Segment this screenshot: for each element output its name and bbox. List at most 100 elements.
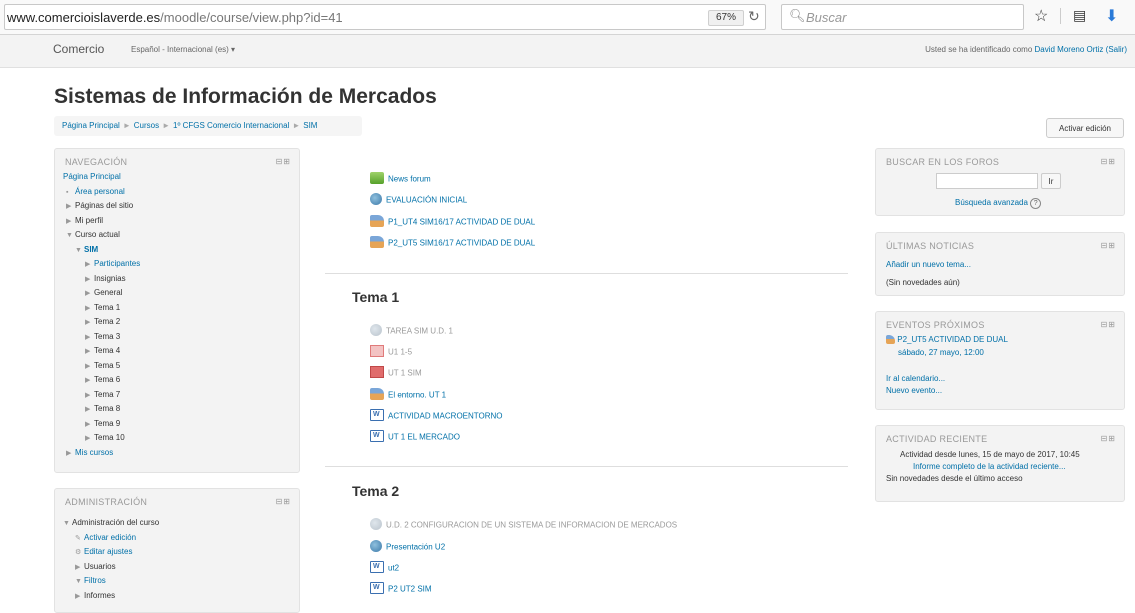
nav-item-pagina-principal[interactable]: Página Principal bbox=[63, 172, 121, 182]
block-dock-icon[interactable]: ⊟⊞ bbox=[1101, 434, 1116, 443]
activity-link[interactable]: P2 UT2 SIM bbox=[388, 585, 432, 594]
forum-search-input[interactable] bbox=[936, 173, 1038, 189]
block-dock-icon[interactable]: ⊟⊞ bbox=[276, 157, 291, 166]
block-dock-icon[interactable]: ⊟⊞ bbox=[276, 497, 291, 506]
activity-link[interactable]: P1_UT4 SIM16/17 ACTIVIDAD DE DUAL bbox=[388, 218, 535, 227]
activity-link[interactable]: UT 1 EL MERCADO bbox=[388, 433, 460, 442]
bookmark-star-icon[interactable]: ☆ bbox=[1034, 6, 1048, 26]
go-to-calendar-link[interactable]: Ir al calendario... bbox=[886, 374, 945, 383]
nav-item-tema-8[interactable]: ▶ Tema 8 bbox=[85, 404, 120, 415]
nav-item-tema-3[interactable]: ▶ Tema 3 bbox=[85, 332, 120, 343]
activity-u-d-2-configuracion-de-un-sistema-de-informacion-de-mercados[interactable]: U.D. 2 CONFIGURACION DE UN SISTEMA DE IN… bbox=[370, 518, 677, 531]
nav-item-editar-ajustes[interactable]: ⚙ Editar ajustes bbox=[75, 547, 132, 558]
nav-item-label[interactable]: Filtros bbox=[84, 576, 106, 585]
nav-item-label[interactable]: Activar edición bbox=[84, 533, 136, 542]
nav-item-sim[interactable]: ▼ SIM bbox=[75, 245, 98, 256]
nav-item-label[interactable]: Página Principal bbox=[63, 172, 121, 181]
breadcrumb-cursos[interactable]: Cursos bbox=[134, 121, 159, 130]
activity-p1-ut4-sim16-17-actividad-de-dual[interactable]: P1_UT4 SIM16/17 ACTIVIDAD DE DUAL bbox=[370, 215, 535, 228]
block-dock-icon[interactable]: ⊟⊞ bbox=[1101, 320, 1116, 329]
reload-icon[interactable]: ↻ bbox=[748, 8, 760, 25]
nav-item-tema-6[interactable]: ▶ Tema 6 bbox=[85, 375, 120, 386]
activity-p2-ut5-sim16-17-actividad-de-dual[interactable]: P2_UT5 SIM16/17 ACTIVIDAD DE DUAL bbox=[370, 236, 535, 249]
activity-u1-1-5[interactable]: U1 1-5 bbox=[370, 345, 412, 358]
nav-item-label[interactable]: Mis cursos bbox=[75, 448, 113, 457]
nav-item-tema-7[interactable]: ▶ Tema 7 bbox=[85, 390, 120, 401]
nav-item-label[interactable]: Editar ajustes bbox=[84, 547, 132, 556]
activity-link[interactable]: ACTIVIDAD MACROENTORNO bbox=[388, 412, 503, 421]
nav-item-usuarios[interactable]: ▶ Usuarios bbox=[75, 562, 116, 573]
activity-presentacion-u2[interactable]: Presentación U2 bbox=[370, 540, 445, 553]
activity-link[interactable]: U1 1-5 bbox=[388, 348, 412, 357]
nav-item-label[interactable]: Área personal bbox=[75, 187, 125, 196]
activity-link[interactable]: News forum bbox=[388, 175, 431, 184]
download-arrow-icon[interactable]: ⬇ bbox=[1105, 6, 1118, 26]
advanced-search-link[interactable]: Búsqueda avanzada bbox=[955, 198, 1028, 207]
activity-ut2[interactable]: ut2 bbox=[370, 561, 399, 574]
nav-item-informes[interactable]: ▶ Informes bbox=[75, 591, 115, 602]
nav-item-tema-5[interactable]: ▶ Tema 5 bbox=[85, 361, 120, 372]
logout-link[interactable]: (Salir) bbox=[1106, 45, 1127, 54]
activity-link[interactable]: EVALUACIÓN INICIAL bbox=[386, 196, 467, 205]
nav-item-tema-10[interactable]: ▶ Tema 10 bbox=[85, 433, 125, 444]
activity-evaluacion-inicial[interactable]: EVALUACIÓN INICIAL bbox=[370, 193, 467, 206]
url-text[interactable]: www.comercioislaverde.es/moodle/course/v… bbox=[7, 10, 343, 25]
activity-link[interactable]: UT 1 SIM bbox=[388, 369, 422, 378]
full-report-link[interactable]: Informe completo de la actividad recient… bbox=[913, 462, 1066, 471]
nav-item-activar-edicion[interactable]: ✎ Activar edición bbox=[75, 533, 136, 544]
upcoming-event-link[interactable]: P2_UT5 ACTIVIDAD DE DUAL bbox=[897, 335, 1008, 344]
activity-el-entorno-ut-1[interactable]: El entorno. UT 1 bbox=[370, 388, 446, 401]
nav-item-tema-4[interactable]: ▶ Tema 4 bbox=[85, 346, 120, 357]
activity-ut-1-sim[interactable]: UT 1 SIM bbox=[370, 366, 422, 379]
activity-p2-ut2-sim[interactable]: P2 UT2 SIM bbox=[370, 582, 432, 595]
activity-link[interactable]: ut2 bbox=[388, 564, 399, 573]
nav-item-administracion-del-curso[interactable]: ▼ Administración del curso bbox=[63, 518, 159, 529]
turn-editing-on-button[interactable]: Activar edición bbox=[1046, 118, 1124, 138]
site-brand[interactable]: Comercio bbox=[53, 42, 104, 56]
nav-item-tema-2[interactable]: ▶ Tema 2 bbox=[85, 317, 120, 328]
block-dock-icon[interactable]: ⊟⊞ bbox=[1101, 157, 1116, 166]
nav-item-tema-9[interactable]: ▶ Tema 9 bbox=[85, 419, 120, 430]
nav-item-area-personal[interactable]: ▪ Área personal bbox=[66, 187, 125, 198]
nav-item-curso-actual[interactable]: ▼ Curso actual bbox=[66, 230, 120, 241]
new-event-link[interactable]: Nuevo evento... bbox=[886, 386, 942, 395]
activity-actividad-macroentorno[interactable]: ACTIVIDAD MACROENTORNO bbox=[370, 409, 503, 422]
activity-link[interactable]: Presentación U2 bbox=[386, 543, 445, 552]
nav-item-label[interactable]: Participantes bbox=[94, 259, 140, 268]
block-dock-icon[interactable]: ⊟⊞ bbox=[1101, 241, 1116, 250]
activity-link[interactable]: El entorno. UT 1 bbox=[388, 391, 446, 400]
activity-tarea-sim-u-d-1[interactable]: TAREA SIM U.D. 1 bbox=[370, 324, 453, 337]
activity-link[interactable]: U.D. 2 CONFIGURACION DE UN SISTEMA DE IN… bbox=[386, 521, 677, 530]
language-menu[interactable]: Español - Internacional (es) ▾ bbox=[131, 45, 235, 54]
user-profile-link[interactable]: David Moreno Ortiz bbox=[1035, 45, 1104, 54]
activity-news-forum[interactable]: News forum bbox=[370, 172, 431, 185]
upcoming-event: P2_UT5 ACTIVIDAD DE DUAL bbox=[886, 335, 1008, 345]
activity-link[interactable]: TAREA SIM U.D. 1 bbox=[386, 327, 453, 336]
activity-link[interactable]: P2_UT5 SIM16/17 ACTIVIDAD DE DUAL bbox=[388, 239, 535, 248]
nav-item-filtros[interactable]: ▼ Filtros bbox=[75, 576, 106, 587]
nav-item-participantes[interactable]: ▶ Participantes bbox=[85, 259, 140, 270]
activity-ut-1-el-mercado[interactable]: UT 1 EL MERCADO bbox=[370, 430, 460, 443]
help-icon[interactable]: ? bbox=[1030, 198, 1042, 209]
breadcrumb-course[interactable]: SIM bbox=[303, 121, 317, 130]
breadcrumb-home[interactable]: Página Principal bbox=[62, 121, 120, 130]
recent-activity-title: ACTIVIDAD RECIENTE bbox=[886, 434, 988, 444]
nav-item-insignias[interactable]: ▶ Insignias bbox=[85, 274, 126, 285]
nav-item-paginas-del-sitio[interactable]: ▶ Páginas del sitio bbox=[66, 201, 133, 212]
section-title: Tema 1 bbox=[352, 289, 400, 305]
nav-item-mi-perfil[interactable]: ▶ Mi perfil bbox=[66, 216, 103, 227]
nav-item-label[interactable]: SIM bbox=[84, 245, 98, 254]
no-news-text: (Sin novedades aún) bbox=[886, 278, 960, 287]
address-bar[interactable]: www.comercioislaverde.es/moodle/course/v… bbox=[4, 4, 766, 30]
browser-search-box[interactable]: 🔍︎ Buscar bbox=[781, 4, 1024, 30]
administration-block-title: ADMINISTRACIÓN bbox=[65, 497, 148, 507]
nav-item-tema-1[interactable]: ▶ Tema 1 bbox=[85, 303, 120, 314]
breadcrumb-category[interactable]: 1º CFGS Comercio Internacional bbox=[173, 121, 289, 130]
forum-search-button[interactable]: Ir bbox=[1041, 173, 1061, 189]
zoom-indicator[interactable]: 67% bbox=[708, 10, 744, 26]
upcoming-event-date[interactable]: sábado, 27 mayo, 12:00 bbox=[898, 348, 984, 357]
reading-list-icon[interactable]: ▤ bbox=[1073, 7, 1086, 24]
nav-item-mis-cursos[interactable]: ▶ Mis cursos bbox=[66, 448, 113, 459]
nav-item-general[interactable]: ▶ General bbox=[85, 288, 122, 299]
add-news-topic-link[interactable]: Añadir un nuevo tema... bbox=[886, 260, 971, 269]
